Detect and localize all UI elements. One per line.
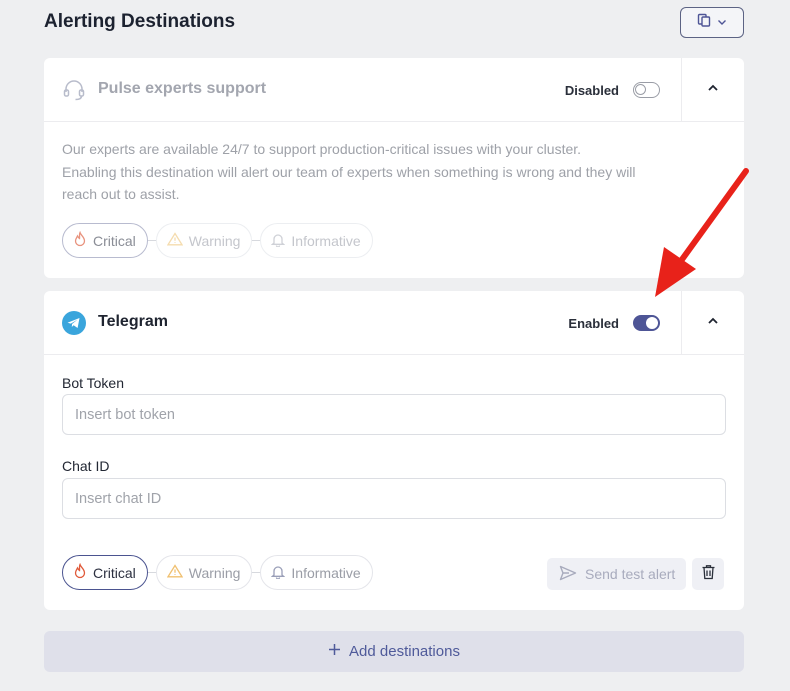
plus-icon <box>328 643 341 660</box>
enable-toggle[interactable] <box>633 315 660 331</box>
page-title: Alerting Destinations <box>44 11 236 32</box>
add-destinations-button[interactable]: Add destinations <box>44 631 744 672</box>
severity-warning[interactable]: Warning <box>155 223 253 258</box>
collapse-button[interactable] <box>681 58 744 122</box>
send-icon <box>559 565 577 584</box>
bell-icon <box>271 564 286 582</box>
status-label: Enabled <box>568 316 619 331</box>
chevron-down-icon <box>717 14 727 32</box>
headset-icon <box>62 78 86 102</box>
bell-icon <box>271 232 286 250</box>
severity-selector: Critical Warning Informative <box>62 223 373 258</box>
bot-token-label: Bot Token <box>62 375 125 391</box>
send-test-alert-button[interactable]: Send test alert <box>547 558 686 590</box>
telegram-icon <box>62 311 86 335</box>
severity-warning[interactable]: Warning <box>155 555 253 590</box>
severity-selector: Critical Warning Informative <box>62 555 373 590</box>
delete-destination-button[interactable] <box>692 558 724 590</box>
view-options-button[interactable] <box>680 7 744 38</box>
bot-token-input[interactable] <box>62 394 726 435</box>
destination-card-telegram: Telegram Enabled Bot Token Chat ID Criti… <box>44 291 744 610</box>
enable-toggle[interactable] <box>633 82 660 98</box>
card-header: Pulse experts support Disabled <box>44 58 744 122</box>
card-header: Telegram Enabled <box>44 291 744 355</box>
flame-icon <box>73 230 87 250</box>
chevron-up-icon <box>707 314 719 332</box>
copy-icon <box>697 13 711 32</box>
severity-critical[interactable]: Critical <box>62 223 148 258</box>
warning-triangle-icon <box>166 232 183 249</box>
destination-description: Our experts are available 24/7 to suppor… <box>62 141 636 202</box>
trash-icon <box>701 564 716 585</box>
chat-id-label: Chat ID <box>62 458 110 474</box>
destination-name: Telegram <box>98 313 168 330</box>
severity-critical[interactable]: Critical <box>62 555 148 590</box>
status-label: Disabled <box>564 83 619 98</box>
annotation-arrow <box>655 168 749 297</box>
warning-triangle-icon <box>166 564 183 581</box>
severity-informative[interactable]: Informative <box>260 555 373 590</box>
destination-name: Pulse experts support <box>98 80 267 97</box>
flame-icon <box>73 562 87 582</box>
severity-informative[interactable]: Informative <box>260 223 373 258</box>
destination-card-pulse: Pulse experts support Disabled Our exper… <box>44 58 744 278</box>
chevron-up-icon <box>707 81 719 99</box>
chat-id-input[interactable] <box>62 478 726 519</box>
